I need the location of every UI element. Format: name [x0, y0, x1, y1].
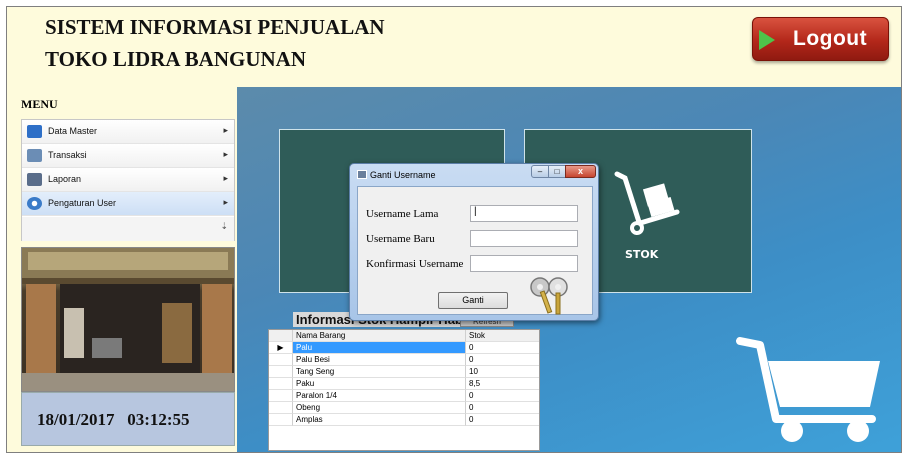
cell-nama-barang[interactable]: Obeng: [293, 402, 466, 414]
menu-item-label: Transaksi: [48, 150, 87, 160]
clock-panel: 18/01/2017 03:12:55: [21, 392, 235, 446]
transaction-icon: [27, 149, 42, 162]
menu-item-laporan[interactable]: Laporan ▸: [22, 168, 234, 192]
close-button[interactable]: x: [565, 165, 596, 178]
header: SISTEM INFORMASI PENJUALAN TOKO LIDRA BA…: [7, 7, 901, 87]
cell-stok[interactable]: 0: [466, 390, 539, 402]
store-photo-illustration: [22, 248, 234, 391]
submenu-arrow-icon: ▸: [223, 125, 228, 135]
store-photo: [21, 247, 235, 392]
store-name: TOKO LIDRA BANGUNAN: [45, 47, 306, 71]
menu-scroll-button[interactable]: ⇣: [22, 217, 234, 241]
change-username-dialog: Ganti Username – □ x Username Lama | Use…: [349, 163, 599, 321]
submenu-arrow-icon: ▸: [223, 149, 228, 159]
dialog-title: Ganti Username: [370, 170, 436, 180]
username-lama-label: Username Lama: [366, 208, 439, 220]
submenu-arrow-icon: ▸: [223, 197, 228, 207]
menu-item-label: Laporan: [48, 174, 82, 184]
table-header-row: Nama Barang Stok: [269, 330, 539, 342]
menu-item-label: Pengaturan User: [48, 198, 117, 208]
application-window: SISTEM INFORMASI PENJUALAN TOKO LIDRA BA…: [6, 6, 902, 453]
cell-nama-barang[interactable]: Palu Besi: [293, 354, 466, 366]
play-arrow-icon: [759, 30, 775, 50]
table-row[interactable]: Paku 8,5: [269, 378, 539, 390]
cell-nama-barang[interactable]: Palu: [293, 342, 466, 354]
username-baru-input[interactable]: [470, 230, 578, 247]
username-baru-label: Username Baru: [366, 233, 435, 245]
cell-stok[interactable]: 0: [466, 414, 539, 426]
keys-icon: [530, 277, 568, 315]
side-panel: MENU Data Master ▸ Transaksi ▸ Laporan ▸…: [7, 87, 237, 452]
cell-nama-barang[interactable]: Amplas: [293, 414, 466, 426]
row-header: [269, 414, 293, 426]
truck-icon: [27, 173, 42, 186]
cell-stok[interactable]: 0: [466, 342, 539, 354]
row-header: [269, 366, 293, 378]
konfirmasi-username-label: Konfirmasi Username: [366, 258, 464, 270]
row-header: [269, 390, 293, 402]
scroll-down-icon: ⇣: [220, 221, 228, 231]
cell-stok[interactable]: 0: [466, 402, 539, 414]
cell-nama-barang[interactable]: Paralon 1/4: [293, 390, 466, 402]
row-header-corner: [269, 330, 293, 342]
menu-item-data-master[interactable]: Data Master ▸: [22, 120, 234, 144]
logout-button[interactable]: Logout: [752, 17, 889, 61]
gear-icon: [27, 197, 42, 210]
shopping-cart-icon: [736, 337, 880, 442]
menu-title: MENU: [21, 97, 58, 111]
maximize-button[interactable]: □: [548, 165, 566, 178]
cell-stok[interactable]: 0: [466, 354, 539, 366]
ganti-button[interactable]: Ganti: [438, 292, 508, 309]
menu-item-label: Data Master: [48, 126, 98, 136]
cell-stok[interactable]: 10: [466, 366, 539, 378]
cell-nama-barang[interactable]: Paku: [293, 378, 466, 390]
username-lama-input[interactable]: |: [470, 205, 578, 222]
table-row[interactable]: Palu Besi 0: [269, 354, 539, 366]
date-time-display: 18/01/2017 03:12:55: [37, 410, 190, 429]
cell-stok[interactable]: 8,5: [466, 378, 539, 390]
logout-label: Logout: [793, 27, 868, 50]
row-header: [269, 378, 293, 390]
table-row[interactable]: Paralon 1/4 0: [269, 390, 539, 402]
row-header: [269, 354, 293, 366]
konfirmasi-username-input[interactable]: [470, 255, 578, 272]
row-header: [269, 402, 293, 414]
column-header-nama-barang[interactable]: Nama Barang: [293, 330, 466, 342]
menu-list: Data Master ▸ Transaksi ▸ Laporan ▸ Peng…: [21, 119, 235, 241]
window-icon: [357, 170, 367, 179]
table-row[interactable]: Amplas 0: [269, 414, 539, 426]
low-stock-table[interactable]: Nama Barang Stok ▶ Palu 0 Palu Besi 0 Ta…: [268, 329, 540, 451]
table-row[interactable]: Tang Seng 10: [269, 366, 539, 378]
column-header-stok[interactable]: Stok: [466, 330, 539, 342]
stok-label: STOK: [625, 248, 659, 261]
menu-item-pengaturan-user[interactable]: Pengaturan User ▸: [22, 192, 234, 216]
table-row[interactable]: ▶ Palu 0: [269, 342, 539, 354]
submenu-arrow-icon: ▸: [223, 173, 228, 183]
users-icon: [27, 125, 42, 138]
hand-truck-icon: [614, 171, 680, 235]
app-title: SISTEM INFORMASI PENJUALAN: [45, 15, 385, 39]
minimize-button[interactable]: –: [531, 165, 549, 178]
menu-item-transaksi[interactable]: Transaksi ▸: [22, 144, 234, 168]
dialog-body: Username Lama | Username Baru Konfirmasi…: [357, 186, 593, 315]
table-row[interactable]: Obeng 0: [269, 402, 539, 414]
cell-nama-barang[interactable]: Tang Seng: [293, 366, 466, 378]
current-row-marker-icon: ▶: [269, 342, 293, 354]
